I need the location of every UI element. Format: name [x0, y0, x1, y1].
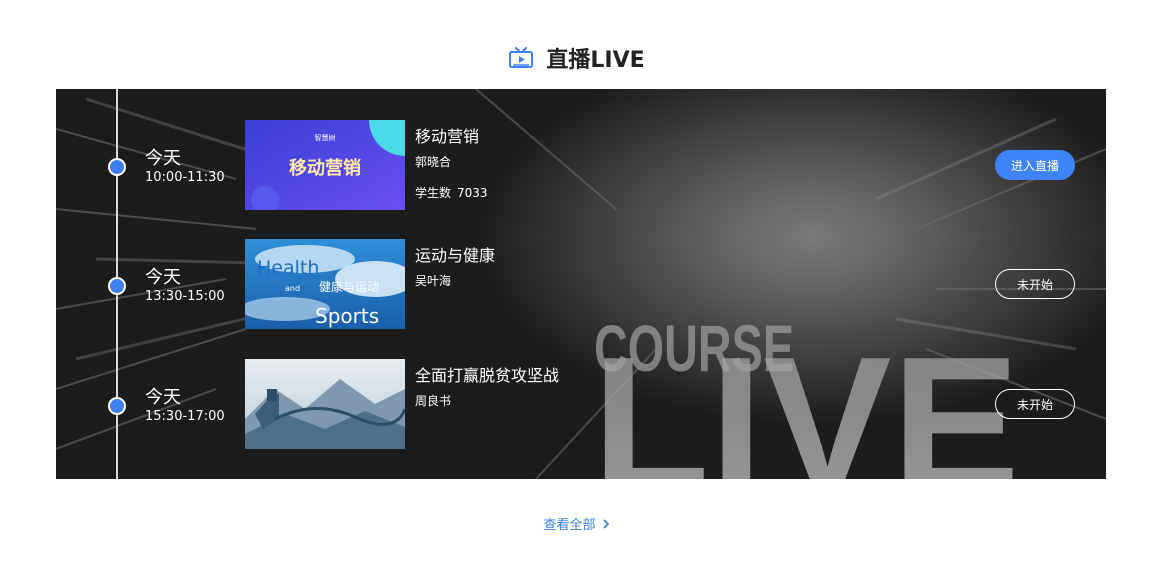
timeline-dot [108, 277, 126, 295]
student-count: 学生数 7033 [415, 184, 494, 201]
live-day: 今天 [145, 267, 181, 288]
course-thumbnail[interactable] [245, 359, 405, 449]
student-count-value: 7033 [457, 186, 488, 200]
section-header: 直播LIVE [0, 42, 1153, 74]
live-time: 13:30-15:00 [145, 289, 225, 304]
timeline-dot [108, 158, 126, 176]
enter-live-button[interactable]: 进入直播 [995, 150, 1075, 180]
svg-text:智慧树: 智慧树 [315, 133, 336, 142]
svg-text:健康与运动: 健康与运动 [319, 279, 379, 294]
chevron-right-icon [602, 518, 609, 529]
svg-text:and: and [285, 284, 300, 293]
live-time: 10:00-11:30 [145, 170, 225, 185]
live-item: 今天 13:30-15:00 Health and 健康与运动 Sports 运… [56, 239, 1106, 329]
live-item: 今天 15:30-17:00 全面打赢脱贫攻坚战 周良书 未开始 [56, 359, 1106, 449]
view-all-label: 查看全部 [543, 518, 596, 533]
svg-text:移动营销: 移动营销 [289, 157, 361, 179]
not-started-button[interactable]: 未开始 [995, 269, 1075, 299]
view-all: 查看全部 [0, 514, 1153, 533]
teacher-name: 周良书 [415, 394, 452, 408]
tv-icon [509, 47, 534, 68]
svg-text:Health: Health [257, 257, 319, 279]
live-day: 今天 [145, 148, 181, 169]
not-started-button[interactable]: 未开始 [995, 389, 1075, 419]
live-time: 15:30-17:00 [145, 409, 225, 424]
live-day: 今天 [145, 387, 181, 408]
svg-text:Sports: Sports [315, 304, 379, 328]
teacher-name: 吴叶海 [415, 274, 452, 288]
timeline-dot [108, 397, 126, 415]
course-thumbnail[interactable]: 智慧树 移动营销 [245, 120, 405, 210]
course-thumbnail[interactable]: Health and 健康与运动 Sports [245, 239, 405, 329]
student-count-label: 学生数 [415, 186, 452, 200]
live-banner: COURSE LIVE 今天 10:00-11:30 智慧树 移动营销 移动营销… [56, 89, 1106, 479]
view-all-link[interactable]: 查看全部 [543, 514, 609, 533]
live-item: 今天 10:00-11:30 智慧树 移动营销 移动营销 郭晓合 学生数 703… [56, 120, 1106, 210]
teacher-name: 郭晓合 [415, 155, 452, 169]
course-title[interactable]: 运动与健康 [415, 242, 495, 266]
section-title: 直播LIVE [546, 48, 645, 73]
live-section: 直播LIVE COURSE LIVE 今天 10:00-11:30 智慧树 移动… [0, 0, 1153, 569]
course-title[interactable]: 全面打赢脱贫攻坚战 [415, 362, 559, 386]
course-title[interactable]: 移动营销 [415, 123, 479, 147]
